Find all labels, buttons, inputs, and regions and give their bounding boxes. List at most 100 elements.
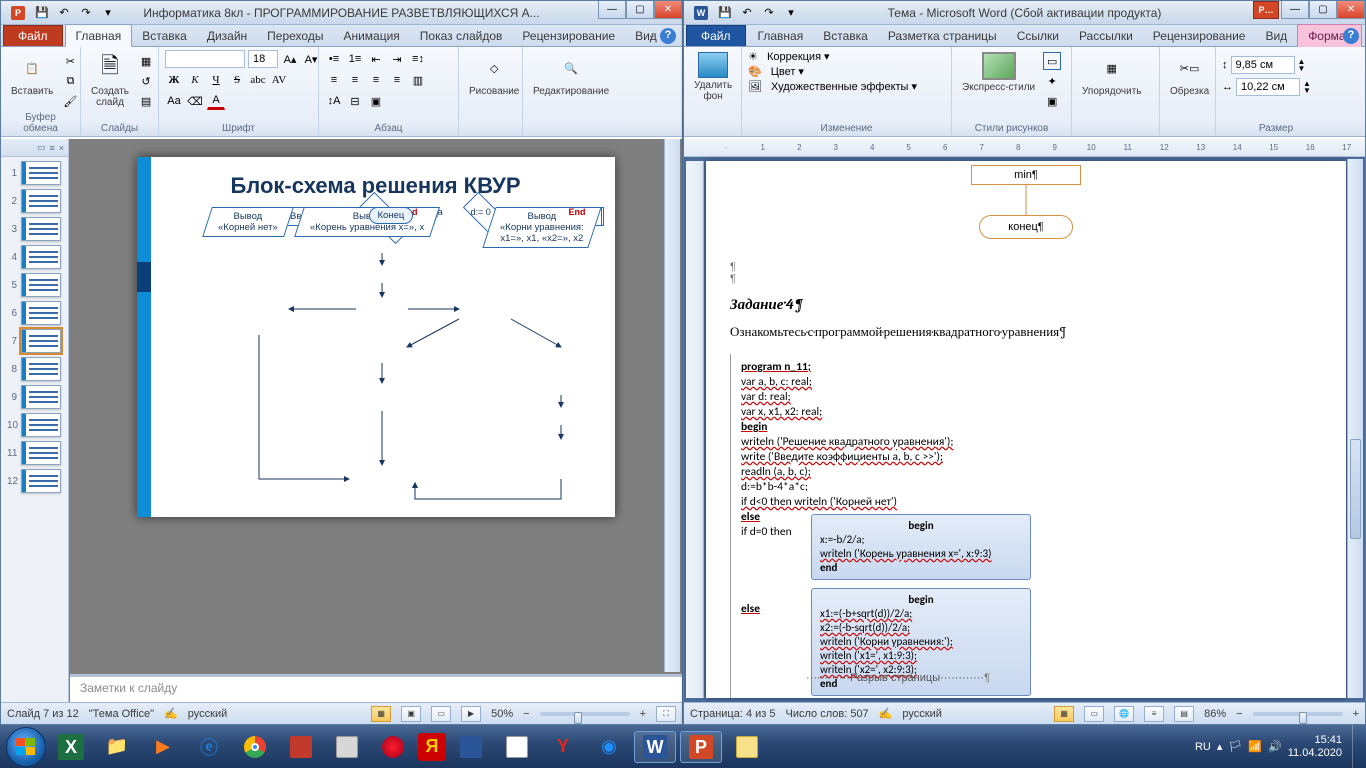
- start-button[interactable]: [6, 727, 46, 767]
- width-input[interactable]: 10,22 см: [1236, 78, 1300, 96]
- taskbar[interactable]: X 📁 ▶ ⓔ Я Y ◉ W P RU ▴ 🏳 📶 🔊 15:41 11.04…: [0, 725, 1366, 768]
- pp-taskbar-chip[interactable]: P…: [1253, 1, 1279, 19]
- slide-thumbnail[interactable]: 12: [7, 469, 62, 493]
- scrollbar-thumb[interactable]: [1350, 439, 1361, 539]
- status-page[interactable]: Страница: 4 из 5: [690, 708, 776, 720]
- align-text-icon[interactable]: ⊟: [346, 92, 364, 110]
- tab-insert[interactable]: Вставка: [813, 25, 878, 46]
- font-size-combo[interactable]: 18: [248, 50, 278, 68]
- status-lang[interactable]: русский: [188, 708, 227, 720]
- font-family-combo[interactable]: [165, 50, 245, 68]
- tab-review[interactable]: Рецензирование: [512, 25, 625, 46]
- slide-thumbnail[interactable]: 7: [7, 329, 62, 353]
- tb-app-icon[interactable]: [326, 731, 368, 763]
- pp-titlebar[interactable]: P 💾 ↶ ↷ ▾ Информатика 8кл - ПРОГРАММИРОВ…: [1, 1, 682, 25]
- shrink-font-icon[interactable]: A▾: [302, 50, 320, 68]
- slide-thumbnail[interactable]: 11: [7, 441, 62, 465]
- zoom-in-icon[interactable]: +: [1353, 708, 1359, 720]
- tab-review[interactable]: Рецензирование: [1143, 25, 1256, 46]
- help-icon[interactable]: ?: [1343, 28, 1359, 44]
- paste-button[interactable]: 📋 Вставить: [7, 50, 57, 99]
- tab-layout[interactable]: Разметка страницы: [878, 25, 1007, 46]
- shadow-button[interactable]: abc: [249, 71, 267, 89]
- slide-thumbnail[interactable]: 8: [7, 357, 62, 381]
- zoom-value[interactable]: 86%: [1204, 708, 1226, 720]
- tb-ie-icon[interactable]: ⓔ: [188, 731, 230, 763]
- pp-vscrollbar[interactable]: [664, 139, 680, 672]
- tb-app-icon[interactable]: [450, 731, 492, 763]
- tb-media-icon[interactable]: ▶: [142, 731, 184, 763]
- slide-thumbnail[interactable]: 6: [7, 301, 62, 325]
- tab-references[interactable]: Ссылки: [1007, 25, 1069, 46]
- tb-app-icon[interactable]: [496, 731, 538, 763]
- remove-bg-button[interactable]: Удалить фон: [690, 50, 736, 104]
- pic-border-icon[interactable]: ▭: [1043, 52, 1061, 70]
- crop-button[interactable]: ✂▭Обрезка: [1166, 50, 1213, 99]
- editing-button[interactable]: 🔍Редактирование: [529, 50, 613, 99]
- code-image[interactable]: program n_11; var a, b, c: real; var d: …: [730, 354, 1060, 698]
- zoom-out-icon[interactable]: −: [523, 708, 529, 720]
- web-layout-icon[interactable]: 🌐: [1114, 706, 1134, 722]
- slide-thumbnail[interactable]: 4: [7, 245, 62, 269]
- indent-dec-icon[interactable]: ⇤: [367, 50, 385, 68]
- reading-view-icon[interactable]: ▭: [431, 706, 451, 722]
- spinner-icon[interactable]: ▲▼: [1303, 80, 1311, 94]
- help-icon[interactable]: ?: [660, 28, 676, 44]
- corrections-button[interactable]: ☀ Коррекция ▾: [748, 50, 830, 63]
- artistic-button[interactable]: 🖼 Художественные эффекты ▾: [748, 80, 917, 93]
- file-tab[interactable]: Файл: [686, 25, 746, 46]
- pic-layout-icon[interactable]: ▣: [1043, 92, 1061, 110]
- copy-icon[interactable]: ⧉: [61, 72, 79, 90]
- cut-icon[interactable]: ✂: [61, 52, 79, 70]
- tb-opera-icon[interactable]: [372, 731, 414, 763]
- grow-font-icon[interactable]: A▴: [281, 50, 299, 68]
- tb-explorer-icon[interactable]: 📁: [96, 731, 138, 763]
- undo-icon[interactable]: ↶: [55, 4, 73, 22]
- tb-word-icon[interactable]: W: [634, 731, 676, 763]
- clear-format-icon[interactable]: ⌫: [186, 92, 204, 110]
- columns-icon[interactable]: ▥: [409, 71, 427, 89]
- indent-inc-icon[interactable]: ⇥: [388, 50, 406, 68]
- slide-canvas-area[interactable]: Блок-схема решения КВУР: [69, 139, 682, 702]
- align-right-icon[interactable]: ≡: [367, 71, 385, 89]
- fullscreen-reading-icon[interactable]: ▭: [1084, 706, 1104, 722]
- spinner-icon[interactable]: ▲▼: [1298, 58, 1306, 72]
- outline-tab-icon[interactable]: ▭: [37, 142, 46, 153]
- tray-chevron-icon[interactable]: ▴: [1217, 740, 1223, 753]
- close-button[interactable]: ✕: [1337, 1, 1365, 19]
- arrange-button[interactable]: ▦Упорядочить: [1078, 50, 1146, 99]
- picture-styles-button[interactable]: Экспресс-стили: [958, 50, 1039, 95]
- align-left-icon[interactable]: ≡: [325, 71, 343, 89]
- tb-yandex-icon[interactable]: Я: [418, 733, 446, 761]
- qat-more-icon[interactable]: ▾: [782, 4, 800, 22]
- tab-animation[interactable]: Анимация: [333, 25, 409, 46]
- zoom-in-icon[interactable]: +: [640, 708, 646, 720]
- height-input[interactable]: 9,85 см: [1231, 56, 1295, 74]
- zoom-value[interactable]: 50%: [491, 708, 513, 720]
- italic-button[interactable]: К: [186, 71, 204, 89]
- layout-icon[interactable]: ▦: [137, 52, 155, 70]
- document-page[interactable]: min¶ конец¶ ¶ ¶ Задание·4¶ Ознакомьтесь·…: [706, 161, 1346, 698]
- tab-view[interactable]: Вид: [1255, 25, 1297, 46]
- slide-thumbnail[interactable]: 9: [7, 385, 62, 409]
- minimize-button[interactable]: —: [1281, 1, 1309, 19]
- maximize-button[interactable]: ▢: [1309, 1, 1337, 19]
- network-icon[interactable]: 📶: [1248, 740, 1262, 753]
- ribbon-collapse-icon[interactable]: ⌄: [648, 30, 656, 41]
- sorter-view-icon[interactable]: ▣: [401, 706, 421, 722]
- font-color-icon[interactable]: A: [207, 92, 225, 110]
- fit-window-icon[interactable]: ⛶: [656, 706, 676, 722]
- strike-button[interactable]: S: [228, 71, 246, 89]
- slide-thumbnail[interactable]: 10: [7, 413, 62, 437]
- show-desktop-button[interactable]: [1352, 725, 1360, 768]
- spellcheck-icon[interactable]: ✍: [879, 707, 893, 720]
- notes-pane[interactable]: Заметки к слайду: [70, 674, 682, 702]
- redo-icon[interactable]: ↷: [77, 4, 95, 22]
- save-icon[interactable]: 💾: [33, 4, 51, 22]
- spellcheck-icon[interactable]: ✍: [164, 707, 178, 720]
- color-button[interactable]: 🎨 Цвет ▾: [748, 65, 804, 78]
- undo-icon[interactable]: ↶: [738, 4, 756, 22]
- lang-indicator[interactable]: RU: [1195, 741, 1211, 753]
- char-spacing-icon[interactable]: AV: [270, 71, 288, 89]
- tab-slideshow[interactable]: Показ слайдов: [410, 25, 513, 46]
